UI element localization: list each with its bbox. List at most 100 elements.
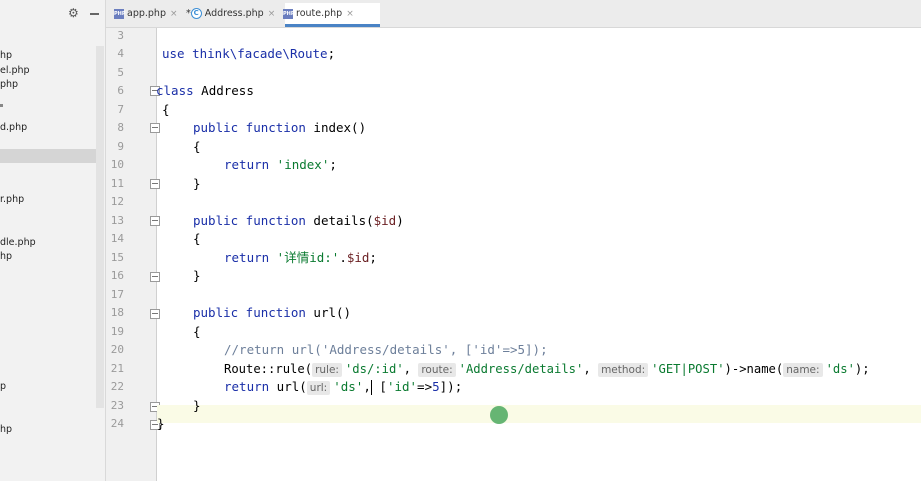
project-file[interactable]: d.php [0,121,27,134]
project-file[interactable]: el.php [0,64,30,77]
variable: $id [373,213,397,228]
collapse-icon[interactable] [90,13,99,15]
code-line-24[interactable]: } [157,415,165,433]
active-tab-underline [285,24,380,27]
panel-toolbar: ⚙ [0,0,105,28]
punct: [ [371,379,387,394]
tab-label: route.php [296,8,343,19]
punct: ; [369,250,377,265]
line-number: 12 [110,195,124,208]
line-number: 13 [110,214,124,227]
code-line-21[interactable]: Route::rule(rule:'ds/:id', route: 'Addres… [224,360,870,378]
code-line-7[interactable]: { [162,101,170,119]
punct: . [339,250,347,265]
string: 'ds' [333,379,364,394]
line-number: 10 [110,158,124,171]
string: '详情id:' [269,250,340,265]
close-icon[interactable]: × [346,9,354,19]
project-panel: ⚙ hp el.php php d.php r.php dle.php hp p… [0,0,106,481]
punct: , [583,362,599,376]
code-line-4[interactable]: use think\facade\Route; [162,45,335,63]
close-icon[interactable]: × [170,9,178,19]
project-file[interactable]: p [0,380,6,393]
punct: => [417,379,433,394]
line-number: 23 [110,399,124,412]
class-name: Address [193,83,254,98]
line-number: 4 [117,47,124,60]
line-number: 17 [110,288,124,301]
code-line-14[interactable]: { [193,230,201,248]
tab-route-php[interactable]: PHProute.php × [283,4,354,24]
line-number: 24 [110,417,124,430]
line-number: 22 [110,380,124,393]
selected-file-row[interactable] [0,149,104,163]
project-file[interactable]: hp [0,423,12,436]
string: 'ds/:id' [344,362,404,376]
code-editor[interactable]: use think\facade\Route; class Address { … [156,28,921,481]
php-file-icon: PHP [283,8,295,19]
keyword: use [162,46,185,61]
close-icon[interactable]: × [268,9,276,19]
code-line-19[interactable]: { [193,323,201,341]
punct: ) [396,213,404,228]
editor-gutter: 3 4 5 6 7 8 9 10 11 12 13 14 15 16 17 18… [106,28,160,481]
project-file-marker [0,104,3,107]
tab-label: Address.php [204,8,264,19]
line-number: 9 [117,140,124,153]
panel-scrollbar[interactable] [96,46,104,408]
punct: , [363,379,371,394]
code-line-6[interactable]: class Address [156,82,254,100]
gear-icon[interactable]: ⚙ [68,7,80,19]
keyword: return [224,379,270,394]
code-line-23[interactable]: } [193,397,201,415]
punct: ; [329,157,337,172]
namespace: think\facade\Route [192,46,328,61]
code-line-15[interactable]: return '详情id:'.$id; [224,249,377,267]
code-line-18[interactable]: public function url() [193,304,351,322]
keyword: return [224,250,270,265]
project-file[interactable]: hp [0,49,12,62]
code-line-13[interactable]: public function details($id) [193,212,404,230]
number: 5 [432,379,440,394]
code-line-22[interactable]: return url(url:'ds', ['id'=>5]); [224,378,462,396]
tab-label: app.php [127,8,166,19]
current-line-highlight [157,405,921,423]
punct: ); [854,362,870,376]
keyword: class [156,83,194,98]
param-hint: url: [306,381,331,395]
code-line-8[interactable]: public function index() [193,119,366,137]
param-hint: rule: [312,363,342,377]
method-name: index() [305,120,367,135]
method-call: rule( [275,362,313,376]
code-line-10[interactable]: return 'index'; [224,156,337,174]
php-file-icon: PHP [114,8,126,19]
param-hint: method: [598,363,649,377]
punct: ; [327,46,336,61]
line-number: 5 [117,66,124,79]
variable: $id [346,250,370,265]
line-number: 18 [110,306,124,319]
keyword: public function [193,120,306,135]
line-number: 14 [110,232,124,245]
string: 'GET|POST' [651,362,725,376]
line-number: 19 [110,325,124,338]
line-number: 7 [117,103,124,116]
line-number: 15 [110,251,124,264]
line-number: 16 [110,269,124,282]
project-file[interactable]: dle.php [0,236,36,249]
tab-app-php[interactable]: PHPapp.php × [114,4,178,24]
function-call: url( [269,379,307,394]
project-file[interactable]: php [0,78,18,91]
string: 'ds' [825,362,855,376]
line-number: 3 [117,29,124,42]
code-line-9[interactable]: { [193,138,201,156]
code-line-11[interactable]: } [193,175,201,193]
line-number: 21 [110,362,124,375]
punct: ]); [439,379,463,394]
project-file[interactable]: r.php [0,193,24,206]
tab-address-php[interactable]: * C Address.php × [186,4,275,24]
project-file[interactable]: hp [0,250,12,263]
code-line-16[interactable]: } [193,267,201,285]
code-line-20-comment[interactable]: //return url('Address/details', ['id'=>5… [224,341,548,359]
mouse-cursor-indicator [490,406,508,424]
